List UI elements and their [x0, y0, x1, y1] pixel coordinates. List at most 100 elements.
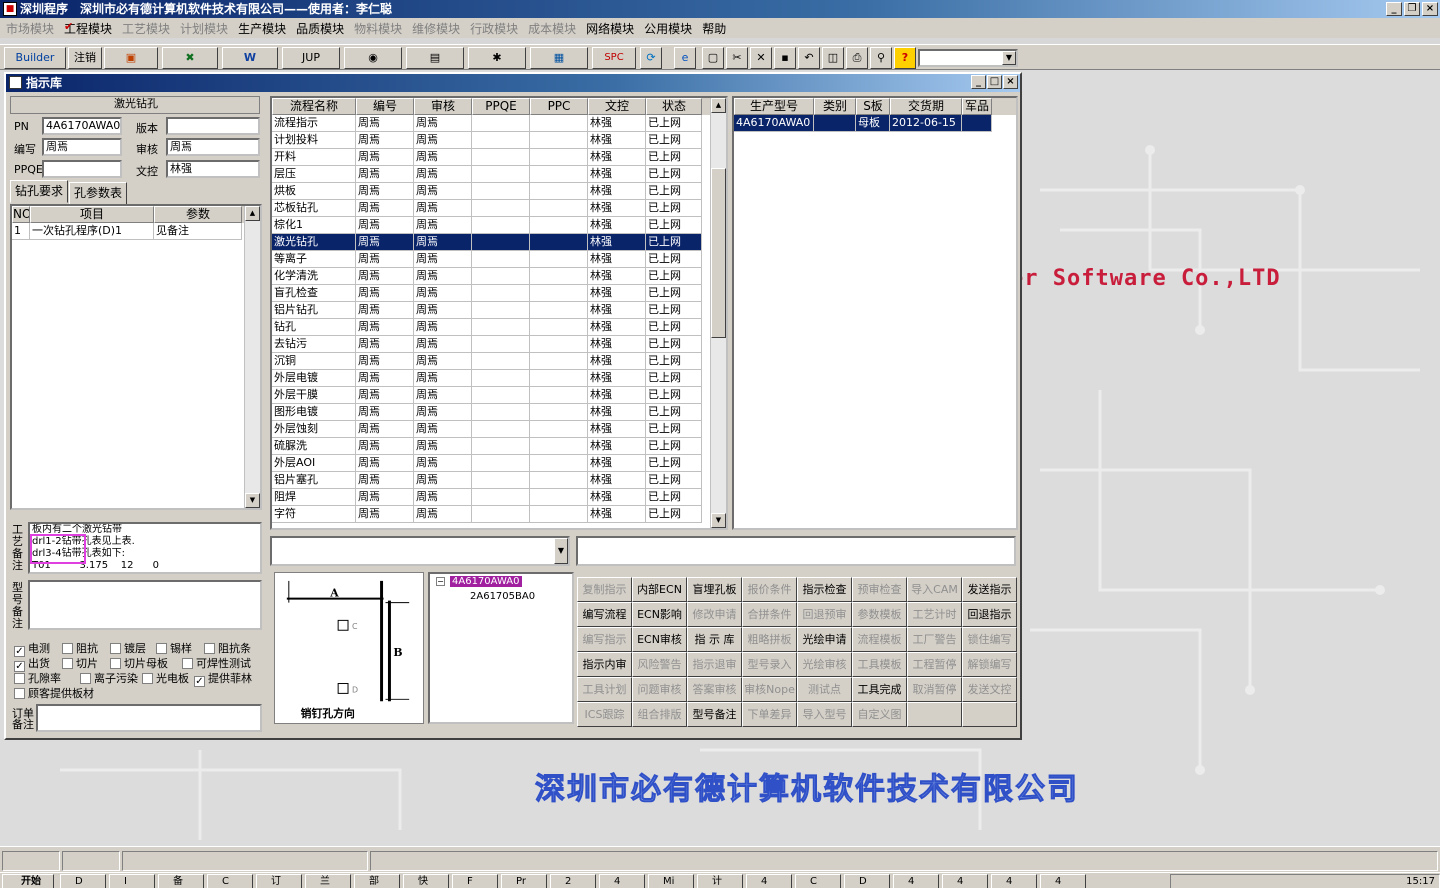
scroll-thumb[interactable] — [711, 168, 726, 338]
action-button-25[interactable]: 风险警告 — [632, 652, 687, 677]
left-grid-scrollbar[interactable]: ▲ ▼ — [244, 206, 260, 508]
action-button-32[interactable]: 工具计划 — [577, 677, 632, 702]
scroll-down-icon[interactable]: ▼ — [711, 513, 726, 528]
action-button-26[interactable]: 指示退审 — [687, 652, 742, 677]
checkbox-box[interactable] — [110, 658, 121, 669]
table-row[interactable]: 铝片钻孔 周焉 周焉 林强 已上网 — [272, 302, 726, 319]
menu-item-5[interactable]: 品质模块 — [294, 20, 352, 37]
table-row[interactable]: 外层AOI 周焉 周焉 林强 已上网 — [272, 455, 726, 472]
flow-combo[interactable]: ▼ — [270, 536, 570, 566]
checkbox-option[interactable]: 切片 — [62, 655, 98, 671]
menu-item-7[interactable]: 维修模块 — [410, 20, 468, 37]
table-row[interactable]: 外层蚀刻 周焉 周焉 林强 已上网 — [272, 421, 726, 438]
checkbox-option[interactable]: 光电板 — [142, 670, 189, 686]
taskbar-item[interactable]: 计 — [697, 874, 743, 888]
table-row[interactable]: 等离子 周焉 周焉 林强 已上网 — [272, 251, 726, 268]
table-row[interactable]: 字符 周焉 周焉 林强 已上网 — [272, 506, 726, 523]
action-button-12[interactable]: 回退预审 — [797, 602, 852, 627]
checkbox-box[interactable] — [14, 688, 25, 699]
database-icon[interactable]: ▤ — [406, 47, 464, 69]
flow-col-header[interactable]: PPQE — [472, 98, 530, 115]
taskbar-item[interactable]: 4 — [991, 874, 1037, 888]
prod-col-header[interactable]: 军品 — [962, 98, 992, 115]
action-button-3[interactable]: 报价条件 — [742, 577, 797, 602]
action-button-22[interactable]: 工厂警告 — [907, 627, 962, 652]
taskbar-item[interactable]: C — [795, 874, 841, 888]
taskbar-item[interactable]: 4 — [746, 874, 792, 888]
action-button-47[interactable] — [962, 702, 1017, 727]
prod-col-header[interactable]: 交货期 — [890, 98, 962, 115]
action-button-34[interactable]: 答案审核 — [687, 677, 742, 702]
action-button-1[interactable]: 内部ECN — [632, 577, 687, 602]
checkbox-box[interactable] — [142, 673, 153, 684]
action-button-42[interactable]: 型号备注 — [687, 702, 742, 727]
taskbar-item[interactable]: I — [109, 874, 155, 888]
builder-button[interactable]: Builder — [4, 47, 66, 69]
table-row[interactable]: 阻焊 周焉 周焉 林强 已上网 — [272, 489, 726, 506]
checkbox-option[interactable]: 镀层 — [110, 640, 146, 656]
flow-col-header[interactable]: 文控 — [588, 98, 646, 115]
word-icon[interactable]: W — [222, 47, 278, 69]
ie-icon[interactable]: e — [674, 47, 696, 69]
taskbar-item[interactable]: Mi — [648, 874, 694, 888]
action-button-36[interactable]: 测试点 — [797, 677, 852, 702]
menu-item-4[interactable]: 生产模块 — [236, 20, 294, 37]
table-row[interactable]: 芯板钻孔 周焉 周焉 林强 已上网 — [272, 200, 726, 217]
checkbox-option[interactable]: 孔隙率 — [14, 670, 61, 686]
action-button-28[interactable]: 光绘审核 — [797, 652, 852, 677]
col-param[interactable]: 参数 — [154, 206, 242, 223]
action-button-10[interactable]: 修改申请 — [687, 602, 742, 627]
action-button-18[interactable]: 指 示 库 — [687, 627, 742, 652]
action-button-5[interactable]: 预审检查 — [852, 577, 907, 602]
action-button-15[interactable]: 回退指示 — [962, 602, 1017, 627]
flow-grid-scrollbar[interactable]: ▲ ▼ — [710, 98, 726, 528]
menu-item-2[interactable]: 工艺模块 — [120, 20, 178, 37]
start-button[interactable]: 开始 — [2, 874, 54, 888]
taskbar-item[interactable]: 订 — [256, 874, 302, 888]
table-row[interactable]: 激光钻孔 周焉 周焉 林强 已上网 — [272, 234, 726, 251]
ppqe-field[interactable] — [42, 160, 122, 178]
table-row[interactable]: 流程指示 周焉 周焉 林强 已上网 — [272, 115, 726, 132]
checkbox-box[interactable] — [14, 673, 25, 684]
scroll-down-icon[interactable]: ▼ — [245, 493, 260, 508]
model-remark-field[interactable] — [28, 580, 262, 630]
doc-control-field[interactable]: 林强 — [166, 160, 260, 178]
action-button-0[interactable]: 复制指示 — [577, 577, 632, 602]
review-field[interactable]: 周焉 — [166, 138, 260, 156]
taskbar-item[interactable]: C — [207, 874, 253, 888]
flow-col-header[interactable]: PPC — [530, 98, 588, 115]
col-item[interactable]: 项目 — [30, 206, 154, 223]
eye-icon[interactable]: ◉ — [344, 47, 402, 69]
taskbar-item[interactable]: F — [452, 874, 498, 888]
table-row[interactable]: 外层电镀 周焉 周焉 林强 已上网 — [272, 370, 726, 387]
table-row[interactable]: 棕化1 周焉 周焉 林强 已上网 — [272, 217, 726, 234]
flow-col-header[interactable]: 审核 — [414, 98, 472, 115]
table-row[interactable]: 1 一次钻孔程序(D)1 见备注 — [12, 223, 260, 240]
table-row[interactable]: 图形电镀 周焉 周焉 林强 已上网 — [272, 404, 726, 421]
checkbox-box[interactable]: ✓ — [194, 676, 205, 687]
save-icon[interactable]: ▪ — [774, 47, 796, 69]
table-row[interactable]: 化学清洗 周焉 周焉 林强 已上网 — [272, 268, 726, 285]
checkbox-box[interactable] — [110, 643, 121, 654]
table-row[interactable]: 层压 周焉 周焉 林强 已上网 — [272, 166, 726, 183]
table-row[interactable]: 开料 周焉 周焉 林强 已上网 — [272, 149, 726, 166]
tree-node-child[interactable]: 2A61705BA0 — [470, 591, 535, 602]
action-button-41[interactable]: 组合排版 — [632, 702, 687, 727]
order-remark-field[interactable] — [36, 704, 262, 732]
prod-col-header[interactable]: S板 — [856, 98, 890, 115]
preview-icon[interactable]: ◫ — [822, 47, 844, 69]
taskbar-item[interactable]: D — [60, 874, 106, 888]
action-button-7[interactable]: 发送指示 — [962, 577, 1017, 602]
action-button-4[interactable]: 指示检查 — [797, 577, 852, 602]
ppt-icon[interactable]: ▣ — [104, 47, 158, 69]
printer-icon[interactable]: ▦ — [530, 47, 588, 69]
action-button-9[interactable]: ECN影响 — [632, 602, 687, 627]
action-button-24[interactable]: 指示内审 — [577, 652, 632, 677]
menu-item-10[interactable]: 网络模块 — [584, 20, 642, 37]
table-row[interactable]: 铝片塞孔 周焉 周焉 林强 已上网 — [272, 472, 726, 489]
action-button-35[interactable]: 审核Nope — [742, 677, 797, 702]
jup-button[interactable]: JUP — [282, 47, 340, 69]
checkbox-box[interactable] — [80, 673, 91, 684]
menu-item-9[interactable]: 成本模块 — [526, 20, 584, 37]
menu-item-1[interactable]: ✔ 工程模块 — [62, 20, 120, 37]
